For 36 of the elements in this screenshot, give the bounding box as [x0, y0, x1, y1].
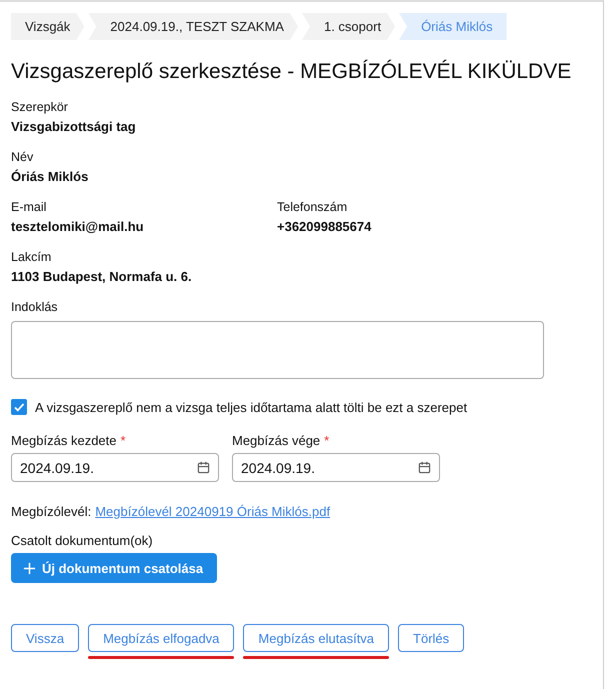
- field-label: Telefonszám: [277, 200, 348, 214]
- plus-icon: [23, 562, 36, 574]
- field-value: 1103 Budapest, Normafa u. 6.: [11, 269, 193, 284]
- field-label: Név: [11, 150, 34, 164]
- date-field[interactable]: 2024.09.19.: [11, 453, 219, 482]
- required-mark: *: [120, 433, 126, 448]
- date-field[interactable]: 2024.09.19.: [232, 453, 440, 482]
- page-title: Vizsgaszereplő szerkesztése - MEGBÍZÓLEVÉL KIKÜLDVE: [11, 60, 572, 84]
- field-label: Megbízás vége: [232, 433, 320, 448]
- field-label: Lakcím: [11, 250, 52, 264]
- justification-field[interactable]: [11, 321, 544, 379]
- attach-document-button[interactable]: Új dokumentum csatolása: [11, 553, 218, 583]
- field-label: Szerepkör: [11, 100, 69, 114]
- breadcrumb-item[interactable]: 2024.09.19., TESZT SZAKMA: [88, 13, 298, 40]
- action-button[interactable]: Megbízás elutasítva: [243, 624, 390, 652]
- calendar-icon: [197, 461, 210, 474]
- action-button[interactable]: Vissza: [11, 624, 80, 652]
- field-value: Óriás Miklós: [11, 169, 90, 184]
- checkbox[interactable]: [11, 399, 27, 415]
- field-label: Megbízás kezdete: [11, 433, 117, 448]
- field-value: +362099885674: [277, 219, 372, 234]
- attachments-label: Csatolt dokumentum(ok): [11, 533, 153, 548]
- calendar-icon: [418, 461, 431, 474]
- checkbox-label: A vizsgaszereplő nem a vizsga teljes időtartama alatt tölti be ezt a szerepet: [35, 400, 468, 414]
- breadcrumb-item[interactable]: Óriás Miklós: [399, 13, 507, 40]
- breadcrumb-item[interactable]: 1. csoport: [302, 13, 396, 40]
- letter-label: Megbízólevél:: [11, 504, 92, 519]
- letter-link[interactable]: Megbízólevél 20240919 Óriás Miklós.pdf: [95, 504, 330, 519]
- field-label: Indoklás: [11, 300, 58, 314]
- action-button[interactable]: Törlés: [398, 624, 464, 652]
- breadcrumb-item[interactable]: Vizsgák: [11, 13, 84, 40]
- required-mark: *: [324, 433, 330, 448]
- field-value: tesztelomiki@mail.hu: [11, 219, 145, 234]
- action-button[interactable]: Megbízás elfogadva: [88, 624, 234, 652]
- field-label: E-mail: [11, 200, 48, 214]
- field-value: Vizsgabizottsági tag: [11, 119, 137, 134]
